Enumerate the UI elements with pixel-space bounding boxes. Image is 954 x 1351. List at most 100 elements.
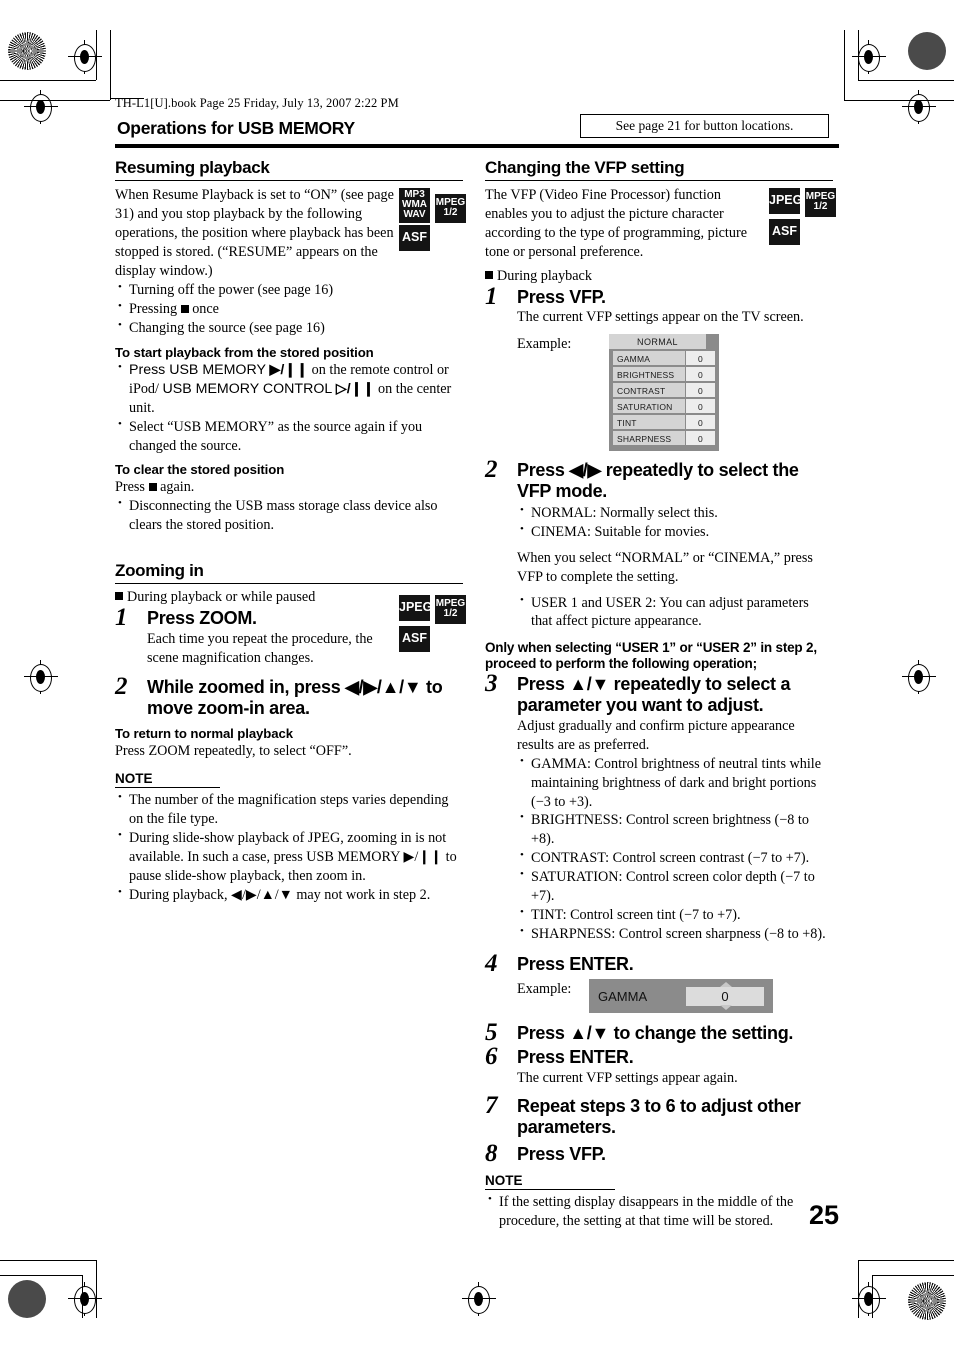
osd-row-saturation: SATURATION 0 bbox=[613, 399, 715, 414]
list-item: Changing the source (see page 16) bbox=[115, 318, 463, 338]
step-3-select-parameter: 3 Press ▲/▼ repeatedly to select a param… bbox=[485, 670, 833, 944]
instruction-text: again. bbox=[160, 479, 195, 496]
step-number: 1 bbox=[115, 604, 128, 631]
crop-mark bbox=[872, 1275, 954, 1276]
page-title: Operations for USB MEMORY bbox=[117, 118, 355, 138]
only-when-selecting-note: Only when selecting “USER 1” or “USER 2”… bbox=[485, 640, 817, 671]
note-heading-zooming: NOTE bbox=[115, 771, 153, 787]
registration-mark-bottom-center bbox=[462, 1282, 496, 1316]
registration-mark-right-upper bbox=[902, 90, 936, 124]
chevron-up-icon bbox=[720, 982, 732, 988]
vfp-notes: If the setting display disappears in the… bbox=[485, 1192, 833, 1231]
badge-asf: ASF bbox=[767, 219, 800, 245]
step-number: 2 bbox=[115, 672, 128, 700]
step-title: While zoomed in, press ◀/▶/▲/▼ to move z… bbox=[147, 676, 443, 718]
gamma-setting-example: Example: GAMMA 0 bbox=[517, 979, 833, 1014]
see-page-note: See page 21 for button locations. bbox=[580, 114, 829, 138]
list-item: Turning off the power (see page 16) bbox=[115, 280, 463, 300]
step-5-change-setting: 5 Press ▲/▼ to change the setting. bbox=[485, 1019, 833, 1046]
registration-mark-right-middle bbox=[902, 660, 936, 694]
list-item: SHARPNESS: Control screen sharpness (−8 … bbox=[517, 924, 833, 944]
step-8-press-vfp: 8 Press VFP. bbox=[485, 1140, 833, 1167]
list-item: GAMMA: Control brightness of neutral tin… bbox=[517, 754, 833, 812]
step-title: Press ▲/▼ repeatedly to select a paramet… bbox=[517, 674, 791, 716]
step-number: 7 bbox=[485, 1092, 498, 1120]
crop-mark bbox=[858, 1260, 954, 1261]
step-7-repeat-steps: 7 Repeat steps 3 to 6 to adjust other pa… bbox=[485, 1092, 833, 1138]
crop-mark bbox=[844, 100, 954, 101]
list-item: Pressing once bbox=[115, 299, 463, 319]
vfp-parameter-bullets: GAMMA: Control brightness of neutral tin… bbox=[517, 754, 833, 944]
step-body: The current VFP settings appear on the T… bbox=[517, 309, 804, 326]
step-body: Each time you repeat the procedure, the … bbox=[147, 630, 373, 666]
badge-line: ASF bbox=[402, 230, 427, 244]
crop-mark bbox=[0, 100, 110, 101]
list-item: NORMAL: Normally select this. bbox=[517, 503, 833, 523]
page-content: TH-L1[U].book Page 25 Friday, July 13, 2… bbox=[110, 96, 839, 1231]
badge-mpeg-1-2: MPEG 1/2 bbox=[803, 188, 836, 217]
section-divider bbox=[115, 583, 463, 584]
list-item: The number of the magnification steps va… bbox=[115, 790, 463, 829]
subheading-return-normal-playback: To return to normal playback bbox=[115, 726, 293, 742]
crop-mark bbox=[0, 1275, 82, 1276]
vfp-user-bullets: USER 1 and USER 2: You can adjust parame… bbox=[517, 593, 833, 632]
step-body: The current VFP settings appear again. bbox=[517, 1070, 738, 1087]
section-heading-zooming-in: Zooming in bbox=[115, 561, 204, 580]
list-item: During playback, ◀/▶/▲/▼ may not work in… bbox=[115, 885, 463, 905]
registration-mark-left-upper bbox=[24, 90, 58, 124]
osd-gamma-value: 0 bbox=[686, 986, 764, 1006]
osd-row-value: 0 bbox=[685, 367, 715, 382]
vfp-intro-paragraph: The VFP (Video Fine Processor) function … bbox=[485, 187, 747, 260]
crop-mark bbox=[96, 30, 97, 80]
crop-mark bbox=[844, 30, 845, 100]
osd-row-gamma: GAMMA 0 bbox=[613, 351, 715, 366]
step-title: Press ZOOM. bbox=[147, 608, 257, 628]
bullet-text: once bbox=[192, 301, 219, 318]
density-star-mark-top-left bbox=[8, 32, 46, 70]
list-item: During slide-show playback of JPEG, zoom… bbox=[115, 828, 463, 886]
section-heading-changing-vfp: Changing the VFP setting bbox=[485, 158, 685, 177]
play-pause-icon: ▶/❙❙ bbox=[269, 362, 309, 378]
osd-gamma-name: GAMMA bbox=[598, 988, 648, 1004]
list-item: USER 1 and USER 2: You can adjust parame… bbox=[517, 593, 833, 632]
step-2-select-vfp-mode: 2 Press ◀/▶ repeatedly to select the VFP… bbox=[485, 456, 833, 632]
step-number: 6 bbox=[485, 1043, 498, 1071]
list-item: CONTRAST: Control screen contrast (−7 to… bbox=[517, 848, 833, 868]
crop-mark bbox=[858, 80, 954, 81]
list-item: BRIGHTNESS: Control screen brightness (−… bbox=[517, 810, 833, 849]
badge-line: 1/2 bbox=[813, 201, 828, 212]
left-column: Resuming playback MP3 WMA WAV MPEG 1/2 A… bbox=[115, 158, 466, 905]
clear-stored-bullets: Disconnecting the USB mass storage class… bbox=[115, 496, 463, 535]
format-badges-vfp: JPEG MPEG 1/2 ASF bbox=[767, 188, 839, 245]
step-number: 8 bbox=[485, 1139, 498, 1167]
step-title: Press VFP. bbox=[517, 286, 606, 307]
crop-mark bbox=[858, 1260, 859, 1318]
step-6-press-enter: 6 Press ENTER. The current VFP settings … bbox=[485, 1043, 833, 1088]
list-item: Disconnecting the USB mass storage class… bbox=[115, 496, 463, 535]
step-number: 3 bbox=[485, 670, 498, 698]
list-item: Press USB MEMORY ▶/❙❙ on the remote cont… bbox=[115, 360, 463, 418]
subheading-clear-stored: To clear the stored position bbox=[115, 462, 285, 478]
list-item: TINT: Control screen tint (−7 to +7). bbox=[517, 905, 833, 925]
badge-line: WAV bbox=[403, 209, 426, 220]
badge-line: 1/2 bbox=[443, 207, 458, 218]
badge-jpeg: JPEG bbox=[767, 188, 802, 214]
osd-row-name: SHARPNESS bbox=[613, 431, 685, 446]
osd-row-name: CONTRAST bbox=[613, 383, 685, 398]
button-name: Press USB MEMORY bbox=[129, 362, 266, 378]
osd-gamma-bar: GAMMA 0 bbox=[589, 979, 773, 1014]
osd-row-contrast: CONTRAST 0 bbox=[613, 383, 715, 398]
list-item: CINEMA: Suitable for movies. bbox=[517, 522, 833, 542]
book-file-header: TH-L1[U].book Page 25 Friday, July 13, 2… bbox=[110, 96, 399, 111]
resuming-bullets: Turning off the power (see page 16) Pres… bbox=[115, 280, 463, 338]
instruction-text: Press bbox=[115, 479, 145, 496]
book-file-header-text: TH-L1[U].book Page 25 Friday, July 13, 2… bbox=[115, 96, 399, 110]
crop-mark bbox=[872, 1275, 873, 1318]
section-divider bbox=[485, 180, 833, 181]
osd-row-value: 0 bbox=[685, 383, 715, 398]
registration-mark-left-middle bbox=[24, 660, 58, 694]
badge-asf: ASF bbox=[397, 225, 430, 251]
vfp-mode-bullets: NORMAL: Normally select this. CINEMA: Su… bbox=[517, 503, 833, 542]
start-stored-bullets: Press USB MEMORY ▶/❙❙ on the remote cont… bbox=[115, 360, 463, 455]
page-number: 25 bbox=[808, 1200, 839, 1230]
